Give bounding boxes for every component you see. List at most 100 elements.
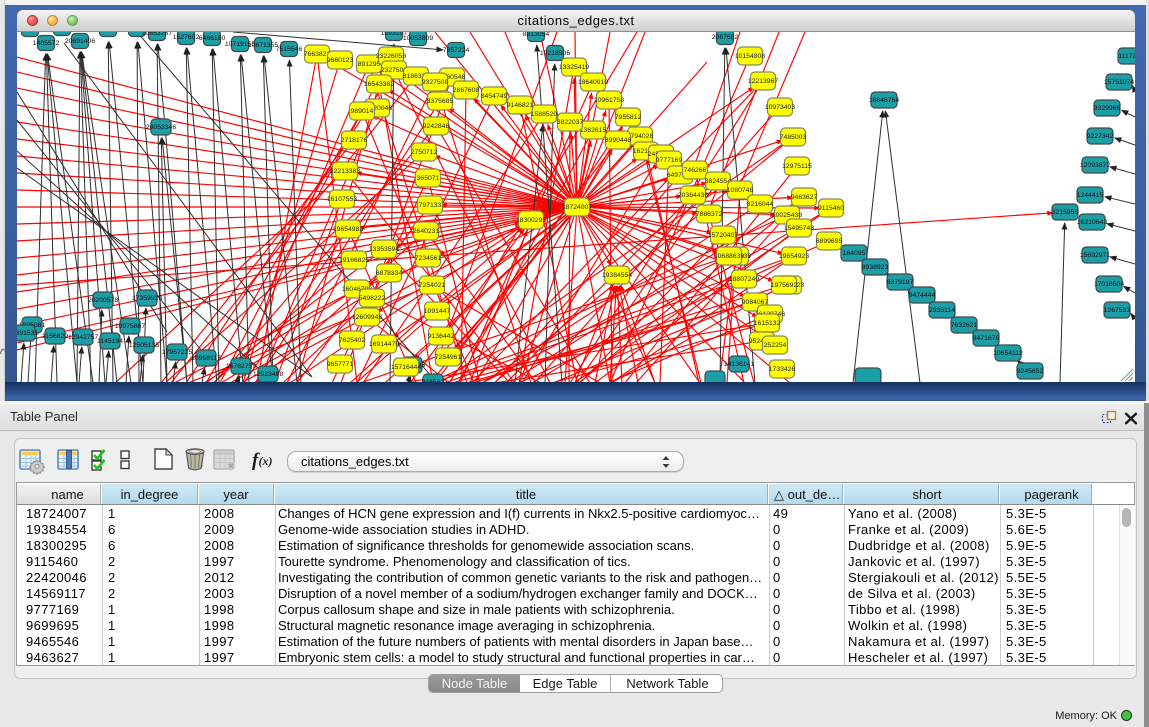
svg-text:10961758: 10961758	[594, 97, 624, 104]
svg-text:3822037: 3822037	[557, 119, 584, 126]
svg-text:746266: 746266	[684, 167, 707, 174]
svg-text:9660123: 9660123	[327, 57, 354, 64]
svg-text:19218506: 19218506	[540, 50, 570, 57]
svg-text:12975115: 12975115	[782, 163, 812, 170]
svg-text:10653287: 10653287	[142, 32, 172, 37]
svg-text:1244415: 1244415	[1077, 192, 1104, 199]
svg-text:8216044: 8216044	[747, 201, 774, 208]
svg-text:7625402: 7625402	[339, 337, 366, 344]
svg-text:16210643: 16210643	[1077, 219, 1107, 226]
svg-text:365071: 365071	[417, 175, 440, 182]
svg-text:15716444: 15716444	[391, 364, 421, 371]
svg-text:9463627: 9463627	[791, 194, 818, 201]
svg-text:989014: 989014	[351, 108, 374, 115]
svg-text:7955812: 7955812	[615, 114, 642, 121]
svg-text:8454749: 8454749	[481, 93, 508, 100]
svg-text:9115460: 9115460	[818, 205, 844, 212]
svg-text:9329966: 9329966	[1094, 105, 1121, 112]
svg-text:15720407: 15720407	[708, 232, 738, 239]
svg-text:10025438: 10025438	[772, 212, 802, 219]
svg-text:891295: 891295	[358, 61, 381, 68]
svg-text:20200578: 20200578	[88, 297, 118, 304]
svg-text:1975692: 1975692	[771, 282, 798, 289]
svg-text:10154808: 10154808	[735, 53, 765, 60]
svg-text:2867608: 2867608	[453, 87, 480, 94]
svg-text:12609948: 12609948	[352, 314, 382, 321]
svg-text:16914479: 16914479	[369, 341, 399, 348]
svg-text:6899695: 6899695	[816, 238, 843, 245]
svg-text:797133: 797133	[419, 202, 442, 209]
svg-text:1117204: 1117204	[1118, 53, 1135, 60]
svg-text:1405572: 1405572	[33, 40, 60, 47]
svg-text:7886372: 7886372	[696, 211, 723, 218]
svg-text:14136141: 14136141	[724, 361, 754, 368]
svg-text:1267533: 1267533	[1104, 307, 1131, 314]
svg-text:23226058: 23226058	[376, 53, 406, 60]
svg-text:13353594: 13353594	[369, 246, 399, 253]
svg-text:19654982: 19654982	[333, 226, 363, 233]
svg-text:10973403: 10973403	[765, 104, 795, 111]
svg-text:2750712: 2750712	[411, 149, 438, 156]
svg-text:1156829: 1156829	[42, 333, 68, 340]
svg-text:15692971: 15692971	[1080, 252, 1110, 259]
svg-text:6878334: 6878334	[376, 270, 403, 277]
svg-text:17957225: 17957225	[162, 349, 192, 356]
svg-text:7515546: 7515546	[276, 46, 303, 53]
svg-text:9474444: 9474444	[909, 292, 936, 299]
svg-text:10053809: 10053809	[403, 35, 433, 42]
svg-text:19384554: 19384554	[602, 272, 632, 279]
svg-text:13325419: 13325419	[559, 64, 589, 71]
svg-text:8813054: 8813054	[523, 32, 550, 38]
svg-text:15751074: 15751074	[1104, 79, 1134, 86]
svg-text:15495748: 15495748	[784, 225, 814, 232]
svg-text:5498222: 5498222	[359, 295, 386, 302]
svg-text:2640231: 2640231	[413, 228, 440, 235]
svg-text:7485003: 7485003	[780, 134, 807, 141]
svg-text:164095: 164095	[843, 250, 866, 257]
svg-text:9657771: 9657771	[327, 361, 354, 368]
svg-text:9146821: 9146821	[507, 102, 534, 109]
svg-text:16543382: 16543382	[364, 81, 394, 88]
svg-text:1391531: 1391531	[17, 330, 38, 337]
svg-text:8990448: 8990448	[605, 137, 632, 144]
svg-text:16648764: 16648764	[869, 97, 899, 104]
svg-text:18300295: 18300295	[516, 217, 546, 224]
svg-text:9777169: 9777169	[656, 157, 683, 164]
svg-text:19654923: 19654923	[779, 253, 809, 260]
svg-text:9136442: 9136442	[428, 333, 455, 340]
svg-text:1615132: 1615132	[754, 320, 781, 327]
svg-text:12505135: 12505135	[129, 342, 159, 349]
svg-text:3215955: 3215955	[1052, 209, 1079, 216]
svg-text:16782759: 16782759	[226, 363, 256, 370]
svg-text:7632621: 7632621	[951, 322, 978, 329]
svg-text:7234561: 7234561	[415, 255, 442, 262]
svg-text:252254: 252254	[764, 342, 787, 349]
svg-text:1362615: 1362615	[580, 127, 607, 134]
svg-text:12213383: 12213383	[330, 168, 360, 175]
svg-text:10688639: 10688639	[714, 253, 744, 260]
svg-text:6379197: 6379197	[887, 279, 914, 286]
svg-text:20364436: 20364436	[678, 192, 708, 199]
svg-text:17359928: 17359928	[132, 295, 162, 302]
svg-text:2718176: 2718176	[341, 137, 368, 144]
svg-text:10654112: 10654112	[993, 350, 1023, 357]
svg-text:20053346: 20053346	[146, 124, 176, 131]
svg-text:7357224: 7357224	[443, 47, 470, 54]
svg-text:8471676: 8471676	[973, 335, 1000, 342]
svg-text:9242848: 9242848	[423, 123, 450, 130]
svg-text:10671355: 10671355	[248, 42, 278, 49]
svg-text:19166825: 19166825	[339, 257, 369, 264]
svg-text:8938923: 8938923	[862, 264, 889, 271]
svg-text:946562: 946562	[422, 379, 445, 382]
svg-text:(x): (x)	[259, 454, 273, 468]
svg-text:18724007: 18724007	[562, 204, 592, 211]
svg-text:10958117: 10958117	[191, 355, 221, 362]
svg-text:18640910: 18640910	[578, 79, 608, 86]
svg-text:12213967: 12213967	[748, 78, 778, 85]
svg-text:3375685: 3375685	[427, 98, 454, 105]
svg-text:1091447: 1091447	[424, 308, 451, 315]
svg-text:1588520: 1588520	[531, 111, 558, 118]
svg-text:1527602: 1527602	[173, 34, 200, 41]
svg-text:1080748: 1080748	[727, 187, 754, 194]
svg-text:1733426: 1733426	[769, 366, 796, 373]
